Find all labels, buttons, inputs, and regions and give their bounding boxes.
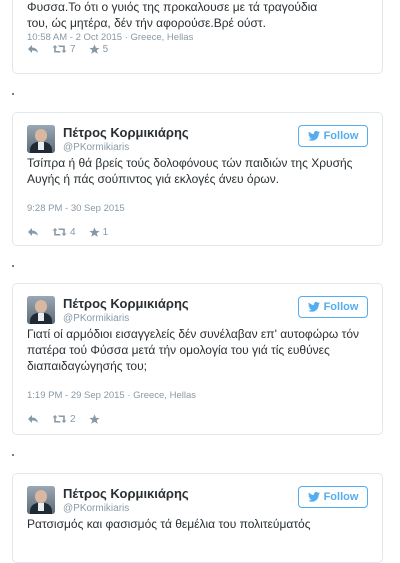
- follow-label: Follow: [323, 301, 359, 313]
- retweet-button[interactable]: 7: [52, 44, 76, 55]
- tweet-timestamp[interactable]: 1:19 PM - 29 Sep 2015 · Greece, Hellas: [27, 390, 196, 401]
- tweet-card: Πέτρος Κορμικιάρης @PKormikiaris Follow …: [12, 473, 383, 563]
- like-star-icon: [88, 413, 100, 424]
- tweet-actions: 7 5: [27, 42, 121, 56]
- reply-button[interactable]: [27, 414, 39, 424]
- tweet-timestamp[interactable]: 9:28 PM - 30 Sep 2015: [27, 203, 125, 214]
- tweet-actions: 2: [27, 412, 116, 426]
- like-star-icon: [88, 43, 100, 54]
- follow-button[interactable]: Follow: [298, 486, 368, 508]
- tweet-text: Ρατσισμός και φασισμός τά θεμέλια του πο…: [27, 517, 311, 531]
- retweet-icon: [52, 415, 67, 423]
- twitter-bird-icon: [307, 492, 320, 502]
- reply-button[interactable]: [27, 44, 39, 54]
- retweet-button[interactable]: 4: [52, 227, 76, 238]
- retweet-count: 4: [70, 226, 76, 238]
- like-button[interactable]: [88, 413, 103, 425]
- reply-icon: [28, 228, 38, 236]
- tweet-text: Φυσσα.Το ότι ο γυιός της προκαλουσε με τ…: [27, 0, 318, 30]
- avatar[interactable]: [27, 486, 55, 514]
- author-name[interactable]: Πέτρος Κορμικιάρης: [63, 486, 189, 501]
- author-name[interactable]: Πέτρος Κορμικιάρης: [63, 125, 189, 140]
- like-button[interactable]: 1: [88, 226, 109, 238]
- separator-dot: [12, 93, 14, 95]
- author-handle[interactable]: @PKormikiaris: [63, 313, 129, 324]
- follow-label: Follow: [323, 491, 359, 503]
- like-count: 1: [102, 226, 109, 238]
- tweet-card: Φυσσα.Το ότι ο γυιός της προκαλουσε με τ…: [12, 0, 383, 74]
- author-name[interactable]: Πέτρος Κορμικιάρης: [63, 296, 189, 311]
- separator-dot: [12, 454, 14, 456]
- avatar[interactable]: [27, 125, 55, 153]
- reply-icon: [28, 45, 38, 53]
- reply-icon: [28, 415, 38, 423]
- twitter-bird-icon: [307, 131, 320, 141]
- avatar[interactable]: [27, 296, 55, 324]
- like-button[interactable]: 5: [88, 43, 109, 55]
- like-count: 5: [102, 43, 109, 55]
- retweet-count: 7: [70, 43, 76, 55]
- tweet-text: Τσίπρα ή θά βρείς τούς δολοφόνους τών πα…: [27, 156, 353, 186]
- retweet-icon: [52, 45, 67, 53]
- retweet-button[interactable]: 2: [52, 414, 76, 425]
- retweet-count: 2: [70, 413, 76, 425]
- twitter-bird-icon: [307, 302, 320, 312]
- follow-button[interactable]: Follow: [298, 125, 368, 147]
- retweet-icon: [52, 228, 67, 236]
- like-star-icon: [88, 226, 100, 237]
- author-handle[interactable]: @PKormikiaris: [63, 503, 129, 514]
- reply-button[interactable]: [27, 227, 39, 237]
- separator-dot: [12, 265, 14, 267]
- tweet-card: Πέτρος Κορμικιάρης @PKormikiaris Follow …: [12, 283, 383, 435]
- tweet-card: Πέτρος Κορμικιάρης @PKormikiaris Follow …: [12, 112, 383, 246]
- tweet-text: Γιατί οί αρμόδιοι εισαγγελείς δέν συνέλα…: [27, 327, 360, 373]
- follow-label: Follow: [323, 130, 359, 142]
- follow-button[interactable]: Follow: [298, 296, 368, 318]
- tweet-actions: 4 1: [27, 225, 121, 239]
- author-handle[interactable]: @PKormikiaris: [63, 142, 129, 153]
